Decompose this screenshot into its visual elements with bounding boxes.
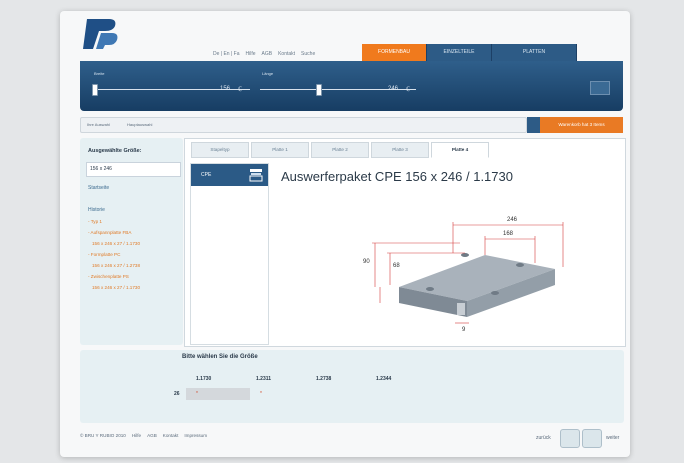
dimension-hole-distance: 168 xyxy=(503,231,514,237)
tab-platten[interactable]: PLATTEN xyxy=(492,44,577,61)
width-label: Breite xyxy=(94,71,105,76)
brand-logo xyxy=(83,19,118,49)
history-item[interactable]: - Formplatte PC xyxy=(88,252,120,257)
column-header: 1.2344 xyxy=(376,376,392,382)
footer-help-link[interactable]: Hilfe xyxy=(132,433,141,438)
search-link[interactable]: Suche xyxy=(301,51,315,57)
agb-link[interactable]: AGB xyxy=(262,51,273,57)
history-item[interactable]: - Zwischenplatte PS xyxy=(88,274,129,279)
footer-contact-link[interactable]: Kontakt xyxy=(163,433,179,438)
dimension-width: 90 xyxy=(363,259,370,265)
component-list: CPE xyxy=(190,163,269,345)
tab-platte-4[interactable]: Platte 4 xyxy=(431,142,489,158)
history-item[interactable]: - Typ 1 xyxy=(88,219,102,224)
tab-formenbau[interactable]: FORMENBAU xyxy=(362,44,427,61)
help-link[interactable]: Hilfe xyxy=(246,51,256,57)
column-header: 1.2738 xyxy=(316,376,332,382)
footer: © BRU Y RUBIO 2010 Hilfe AGB Kontakt Imp… xyxy=(80,433,207,438)
tab-einzelteile[interactable]: EINZELTEILE xyxy=(427,44,492,61)
tab-stapeltyp[interactable]: Stapeltyp xyxy=(191,142,249,158)
next-label[interactable]: weiter xyxy=(606,435,619,441)
size-cell-selected[interactable]: * xyxy=(186,388,250,400)
plate-tabs: Stapeltyp Platte 1 Platte 2 Platte 3 Pla… xyxy=(191,142,491,158)
main-panel: Stapeltyp Platte 1 Platte 2 Platte 3 Pla… xyxy=(184,138,626,347)
dimension-inner-width: 68 xyxy=(393,263,400,269)
selected-size-field[interactable]: 156 x 246 xyxy=(86,162,181,177)
size-selection-panel: Bitte wählen Sie die Größe 1.1730 1.2311… xyxy=(80,350,624,423)
copyright: © BRU Y RUBIO 2010 xyxy=(80,433,126,438)
back-label[interactable]: zurück xyxy=(536,435,551,441)
history-title: Historie xyxy=(88,207,105,213)
row-label: 26 xyxy=(174,391,180,397)
column-header: 1.1730 xyxy=(196,376,212,382)
footer-agb-link[interactable]: AGB xyxy=(147,433,157,438)
component-label: CPE xyxy=(201,172,212,178)
width-slider-handle[interactable] xyxy=(92,84,98,96)
tab-platte-3[interactable]: Platte 3 xyxy=(371,142,429,158)
component-item-cpe[interactable]: CPE xyxy=(191,164,268,186)
plate-drawing: 246 168 90 68 9 xyxy=(363,217,564,333)
history-item[interactable]: - Aufspannplatte FBA xyxy=(88,230,131,235)
dimension-length: 246 xyxy=(507,217,518,223)
size-slider-bar: Breite 156 ℂ Länge 246 ℂ xyxy=(80,61,623,111)
breadcrumb-your-selection[interactable]: Ihre Auswahl xyxy=(87,122,110,127)
sidebar-title: Ausgewählte Größe: xyxy=(88,148,142,154)
width-value: 156 xyxy=(220,86,231,92)
tab-platte-2[interactable]: Platte 2 xyxy=(311,142,369,158)
length-slider-handle[interactable] xyxy=(316,84,322,96)
cart-button[interactable]: Warenkorb hat 3 Items xyxy=(540,117,623,133)
apply-size-button[interactable] xyxy=(590,81,610,95)
history-item[interactable]: 156 x 246 x 27 / 1.2738 xyxy=(92,263,140,268)
tab-platte-1[interactable]: Platte 1 xyxy=(251,142,309,158)
main-nav: FORMENBAU EINZELTEILE PLATTEN xyxy=(362,44,577,61)
width-unit: ℂ xyxy=(238,87,243,93)
top-links: De | En | Fa Hilfe AGB Kontakt Suche xyxy=(213,51,315,57)
sidebar: Ausgewählte Größe: 156 x 246 Startseite … xyxy=(80,138,183,345)
contact-link[interactable]: Kontakt xyxy=(278,51,295,57)
language-switch[interactable]: De | En | Fa xyxy=(213,51,240,57)
dimension-slot: 9 xyxy=(462,327,466,333)
back-button[interactable] xyxy=(560,429,580,448)
choose-size-title: Bitte wählen Sie die Größe xyxy=(182,354,258,360)
ejector-package-icon xyxy=(249,169,263,182)
start-link[interactable]: Startseite xyxy=(88,185,109,191)
next-button[interactable] xyxy=(582,429,602,448)
product-title: Auswerferpaket CPE 156 x 246 / 1.1730 xyxy=(281,169,513,184)
length-value: 246 xyxy=(388,86,399,92)
history-item[interactable]: 156 x 246 x 27 / 1.1730 xyxy=(92,285,140,290)
breadcrumb: Ihre Auswahl Hauptauswahl xyxy=(80,117,527,133)
length-unit: ℂ xyxy=(406,87,411,93)
breadcrumb-main-selection[interactable]: Hauptauswahl xyxy=(127,122,152,127)
length-label: Länge xyxy=(262,71,274,76)
history-item[interactable]: 156 x 246 x 27 / 1.1730 xyxy=(92,241,140,246)
column-header: 1.2311 xyxy=(256,376,272,382)
size-cell[interactable]: * xyxy=(250,388,310,400)
footer-imprint-link[interactable]: Impressum xyxy=(184,433,207,438)
